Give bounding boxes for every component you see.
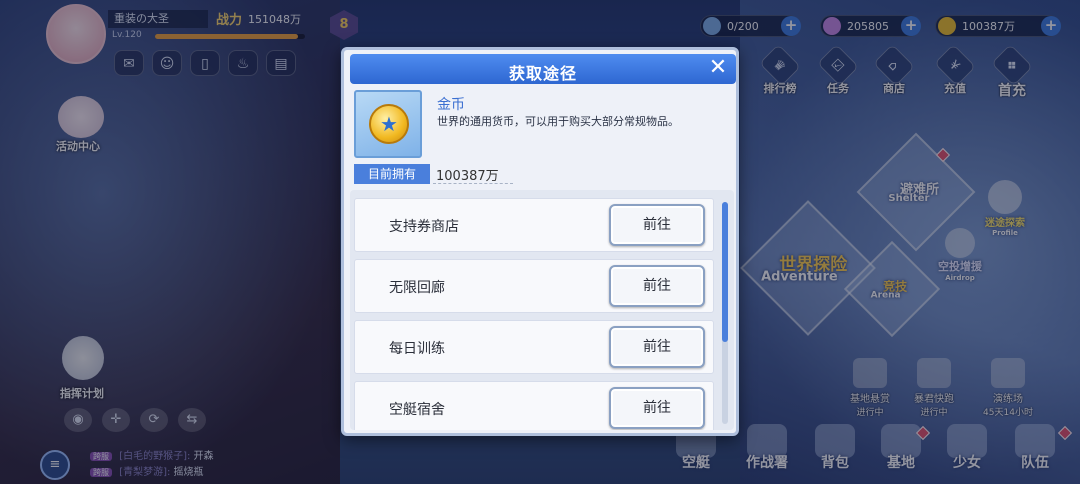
item-name: 金币 (437, 97, 465, 113)
source-modal: 获取途径 ✕ ★ 金币 世界的通用货币，可以用于购买大部分常规物品。 目前拥有 … (341, 47, 739, 436)
go-button[interactable]: 前往 (609, 387, 705, 429)
source-name: 无限回廊 (389, 280, 445, 296)
scrollbar-thumb[interactable] (722, 202, 728, 342)
item-description: 世界的通用货币，可以用于购买大部分常规物品。 (437, 115, 679, 128)
source-list[interactable]: 支持券商店 前往 无限回廊 前往 每日训练 前往 空艇宿舍 前往 (350, 190, 734, 430)
source-name: 每日训练 (389, 341, 445, 357)
list-item: 每日训练 前往 (354, 320, 714, 374)
go-button[interactable]: 前往 (609, 265, 705, 307)
owned-label: 目前拥有 (354, 164, 430, 184)
scrollbar[interactable] (722, 202, 728, 424)
list-item: 支持券商店 前往 (354, 198, 714, 252)
item-frame: ★ (354, 90, 422, 158)
close-icon[interactable]: ✕ (706, 56, 730, 80)
go-button[interactable]: 前往 (609, 326, 705, 368)
gold-coin-icon: ★ (369, 104, 409, 144)
divider (433, 183, 513, 184)
list-item: 无限回廊 前往 (354, 259, 714, 313)
source-name: 支持券商店 (389, 219, 459, 235)
go-button[interactable]: 前往 (609, 204, 705, 246)
modal-header: 获取途径 ✕ (350, 54, 736, 84)
list-item: 空艇宿舍 前往 (354, 381, 714, 430)
owned-value: 100387万 (436, 169, 499, 184)
star-icon: ★ (380, 112, 398, 136)
source-name: 空艇宿舍 (389, 402, 445, 418)
modal-title: 获取途径 (508, 64, 577, 83)
